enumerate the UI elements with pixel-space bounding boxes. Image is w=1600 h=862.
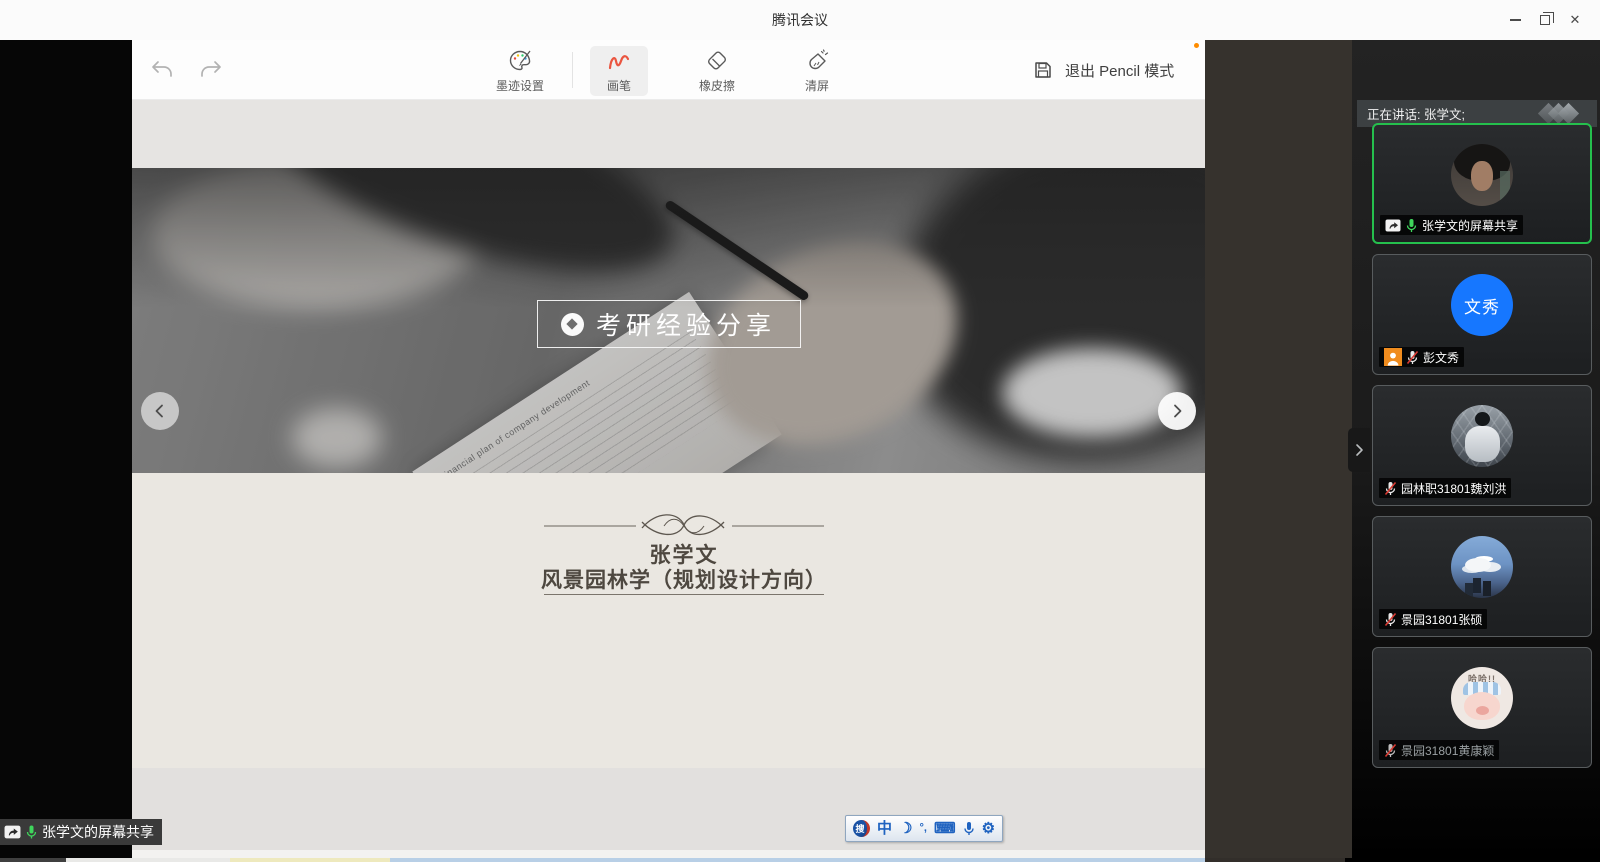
undo-button[interactable] [149, 58, 175, 82]
pencil-toolbar: 墨迹设置 画笔 橡皮擦 [132, 40, 1205, 100]
avatar: 文秀 [1451, 274, 1513, 336]
window-title: 腾讯会议 [772, 10, 828, 30]
screen-share-status-text: 张学文的屏幕共享 [42, 822, 154, 842]
os-taskbar-sliver [0, 858, 1600, 862]
speaking-banner-text: 正在讲话: 张学文; [1367, 104, 1465, 123]
avatar [1451, 405, 1513, 467]
eraser-icon [705, 48, 729, 74]
participant-tile-weiliuhong[interactable]: 园林职31801魏刘洪 [1372, 385, 1592, 506]
avatar [1451, 144, 1513, 206]
redo-icon [198, 58, 224, 82]
annotation-dot [1194, 43, 1199, 48]
avatar: 哈哈!! [1451, 667, 1513, 729]
ime-logo-icon[interactable]: 搜 [853, 820, 870, 837]
chevron-right-icon [1355, 443, 1364, 457]
slide-body: 张学文 风景园林学（规划设计方向） [132, 473, 1205, 768]
palette-icon [507, 48, 533, 74]
screen-share-icon [1385, 219, 1401, 232]
shared-screen-area: 墨迹设置 画笔 橡皮擦 [132, 40, 1205, 858]
participant-name-label: 景园31801黄康颖 [1379, 740, 1499, 760]
sidebar-collapse-handle[interactable] [1348, 428, 1370, 472]
undo-icon [149, 58, 175, 82]
host-badge-icon [1384, 348, 1402, 366]
participant-name-label: 张学文的屏幕共享 [1380, 215, 1523, 235]
meeting-logo-icon [1537, 104, 1585, 124]
maximize-icon [1540, 15, 1550, 25]
chevron-right-icon [1169, 403, 1185, 419]
mic-muted-icon [1384, 612, 1397, 627]
minimize-icon [1510, 19, 1521, 21]
tencent-meeting-window: 腾讯会议 ✕ 墨迹设置 [0, 0, 1600, 862]
mic-muted-icon [1384, 481, 1397, 496]
ink-settings-button[interactable]: 墨迹设置 [488, 46, 552, 96]
mic-muted-icon [1406, 350, 1419, 365]
ime-mode-button[interactable]: 中 [877, 821, 892, 836]
ink-settings-label: 墨迹设置 [496, 77, 544, 94]
clear-screen-button[interactable]: 清屏 [785, 46, 849, 96]
ime-settings-icon[interactable]: ⚙ [982, 821, 995, 836]
slide-title: 考研经验分享 [596, 306, 776, 342]
ime-punctuation-icon[interactable]: °, [919, 823, 926, 834]
participant-name-label: 景园31801张硕 [1379, 609, 1487, 629]
participants-sidebar: 正在讲话: 张学文; 张学文的屏幕共享 [1352, 40, 1600, 858]
slide-photo-banner: Financial plan of company development 考研… [132, 168, 1205, 473]
ime-mic-icon[interactable] [963, 821, 975, 836]
chevron-left-icon [152, 403, 168, 419]
ime-toolbar: 搜 中 ☽ °, ⌨ ⚙ [845, 815, 1003, 842]
presenter-program: 风景园林学（规划设计方向） [464, 564, 904, 594]
ime-keyboard-icon[interactable]: ⌨ [934, 821, 956, 836]
participant-tile-zhangxuewen-share[interactable]: 张学文的屏幕共享 [1372, 123, 1592, 244]
flourish-ornament [544, 509, 824, 543]
ime-fullhalf-icon[interactable]: ☽ [899, 821, 912, 836]
avatar [1451, 536, 1513, 598]
slide-underline [544, 594, 824, 595]
right-backdrop [1205, 40, 1352, 858]
participant-name-label: 园林职31801魏刘洪 [1379, 478, 1511, 498]
participant-tile-zhangshuo[interactable]: 景园31801张硕 [1372, 516, 1592, 637]
window-controls: ✕ [1500, 0, 1590, 40]
slide-title-badge: 考研经验分享 [537, 300, 801, 348]
exit-pencil-mode-label: 退出 Pencil 模式 [1065, 60, 1174, 81]
slide-top-margin [132, 100, 1205, 168]
pen-icon [606, 48, 632, 74]
close-button[interactable]: ✕ [1560, 0, 1590, 40]
mic-on-icon [1405, 218, 1418, 233]
redo-button[interactable] [198, 58, 224, 82]
mic-on-icon [25, 824, 38, 840]
exit-pencil-mode-button[interactable]: 退出 Pencil 模式 [1032, 40, 1174, 100]
clear-screen-label: 清屏 [805, 77, 829, 94]
screen-share-icon [4, 825, 21, 839]
carousel-next-button[interactable] [1158, 392, 1196, 430]
clear-screen-icon [805, 48, 829, 74]
save-icon [1032, 59, 1054, 81]
carousel-prev-button[interactable] [141, 392, 179, 430]
minimize-button[interactable] [1500, 0, 1530, 40]
participant-tile-pengwenxiu[interactable]: 文秀 彭文秀 [1372, 254, 1592, 375]
left-backdrop [0, 40, 132, 858]
eraser-label: 橡皮擦 [699, 77, 735, 94]
participant-tile-huangkangying[interactable]: 哈哈!! 景园31801黄康颖 [1372, 647, 1592, 768]
window-titlebar: 腾讯会议 ✕ [0, 0, 1600, 40]
pen-tool-button[interactable]: 画笔 [590, 46, 648, 96]
coin-logo-icon [561, 313, 584, 336]
mic-muted-icon [1384, 743, 1397, 758]
screen-share-status-chip: 张学文的屏幕共享 [0, 819, 162, 845]
toolbar-divider [572, 52, 573, 88]
pen-tool-label: 画笔 [607, 77, 631, 94]
desktop-band [132, 850, 1205, 858]
eraser-button[interactable]: 橡皮擦 [685, 46, 749, 96]
participant-name-label: 彭文秀 [1379, 347, 1464, 367]
maximize-button[interactable] [1530, 0, 1560, 40]
